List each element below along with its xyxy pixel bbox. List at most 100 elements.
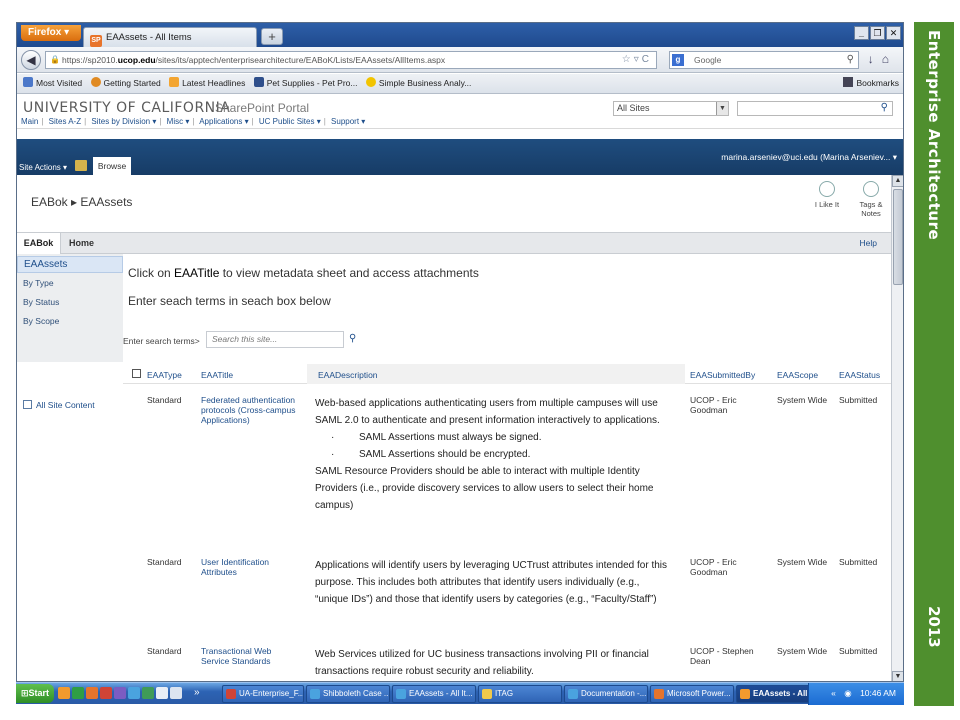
col-eaatitle[interactable]: EAATitle [201, 370, 233, 380]
scroll-thumb[interactable] [893, 189, 903, 285]
cell-title-link[interactable]: Federated authentication protocols (Cross… [201, 395, 295, 425]
nav-misc[interactable]: Misc ▾ [167, 117, 190, 126]
taskbar-chevron[interactable]: » [194, 687, 200, 699]
new-tab-button[interactable]: + [261, 28, 283, 45]
search-icon[interactable]: ⚲ [847, 52, 854, 68]
uc-logo[interactable]: UNIVERSITY OF CALIFORNIA [23, 100, 230, 116]
minimize-icon[interactable]: _ [854, 26, 869, 40]
nav-sites-a-z[interactable]: Sites A-Z [49, 117, 81, 126]
tags-notes-button[interactable]: Tags & Notes [853, 181, 889, 218]
col-eaascope[interactable]: EAAScope [777, 370, 818, 380]
nav-sites-by-division[interactable]: Sites by Division ▾ [91, 117, 156, 126]
firefox-menu-button[interactable]: Firefox ▾ [21, 25, 81, 41]
show-desktop-icon[interactable] [156, 687, 168, 699]
task-shibboleth[interactable]: Shibboleth Case ... [306, 685, 390, 703]
scroll-down-icon[interactable]: ▼ [892, 671, 903, 681]
task-ua-enterprise[interactable]: UA-Enterprise_F... [222, 685, 304, 703]
col-eaasubmittedby[interactable]: EAASubmittedBy [690, 370, 755, 380]
clock[interactable]: 10:46 AM [860, 688, 896, 698]
col-eaastatus[interactable]: EAAStatus [839, 370, 880, 380]
quick-launch-by-status[interactable]: By Status [23, 297, 59, 307]
tab-eaassets[interactable]: SP EAAssets - All Items [83, 27, 257, 47]
ribbon-bar: Site Actions ▾ Browse marina.arseniev@uc… [17, 139, 903, 175]
window-switch-icon[interactable] [170, 687, 182, 699]
firefox-icon[interactable] [58, 687, 70, 699]
bookmark-star-icon[interactable]: ☆▿C [622, 52, 652, 68]
search-scope-select[interactable]: All Sites ▼ [613, 101, 729, 116]
portal-global-nav: Main | Sites A-Z | Sites by Division ▾ | Mi… [21, 117, 366, 126]
system-tray: « ◉ 10:46 AM [808, 683, 904, 705]
portal-name: SharePoint Portal [215, 101, 310, 115]
cell-submitted-by: UCOP - Stephen Dean [690, 646, 754, 666]
bookmark-pet-supplies[interactable]: Pet Supplies - Pet Pro... [253, 74, 357, 93]
restore-icon[interactable]: ❐ [870, 26, 885, 40]
breadcrumb[interactable]: EABok ▸ EAAssets [31, 195, 132, 209]
search-instructions: Enter seach terms in seach box below [128, 294, 331, 308]
nav-support[interactable]: Support ▾ [331, 117, 365, 126]
cell-type: Standard [147, 557, 182, 567]
list-header: EAAType EAATitle EAADescription EAASubmi… [123, 364, 891, 384]
powerpoint-icon[interactable] [86, 687, 98, 699]
start-button[interactable]: ⊞Start [16, 684, 54, 703]
network-icon[interactable]: ◉ [844, 688, 851, 698]
vertical-scrollbar[interactable]: ▲ ▼ [891, 175, 903, 681]
task-documentation[interactable]: Documentation -... [564, 685, 648, 703]
pdf-icon[interactable] [100, 687, 112, 699]
quick-launch-by-scope[interactable]: By Scope [23, 316, 59, 326]
onenote-icon[interactable] [114, 687, 126, 699]
navigation-toolbar: ◀ 🔒 https://sp2010.ucop.edu/sites/its/ap… [17, 47, 903, 73]
windows-taskbar: ⊞Start » UA-Enterprise_F... Shibboleth C… [16, 682, 904, 705]
quick-launch-by-type[interactable]: By Type [23, 278, 54, 288]
col-eaatype[interactable]: EAAType [147, 370, 182, 380]
close-icon[interactable]: ✕ [886, 26, 901, 40]
bookmarks-toolbar: Most Visited Getting Started Latest Head… [17, 74, 903, 94]
col-eaadescription[interactable]: EAADescription [318, 370, 378, 380]
topnav-home[interactable]: Home [69, 233, 94, 254]
nav-uc-public-sites[interactable]: UC Public Sites ▾ [259, 117, 321, 126]
topnav-eabok[interactable]: EABok [17, 233, 61, 254]
portal-search-input[interactable]: ⚲ [737, 101, 893, 116]
tray-chevron[interactable]: « [831, 688, 836, 698]
site-actions-menu[interactable]: Site Actions ▾ [19, 163, 67, 172]
all-site-content-link[interactable]: All Site Content [23, 400, 95, 410]
quick-launch-eaassets[interactable]: EAAssets [17, 256, 123, 273]
navigate-up-icon[interactable] [75, 160, 87, 171]
i-like-it-button[interactable]: I Like It [807, 181, 847, 209]
user-menu[interactable]: marina.arseniev@uci.edu (Marina Arseniev… [721, 152, 897, 163]
nav-main[interactable]: Main [21, 117, 38, 126]
bookmark-latest-headlines[interactable]: Latest Headlines [169, 74, 245, 93]
cell-type: Standard [147, 646, 182, 656]
window-controls: _ ❐ ✕ [854, 26, 901, 40]
nav-applications[interactable]: Applications ▾ [199, 117, 248, 126]
tab-browse[interactable]: Browse [93, 157, 131, 175]
task-eaassets-ie[interactable]: EAAssets - All It... [392, 685, 476, 703]
home-icon[interactable]: ⌂ [882, 52, 897, 66]
cell-title-link[interactable]: User Identification Attributes [201, 557, 269, 577]
bookmarks-menu[interactable]: Bookmarks [843, 74, 899, 93]
task-powerpoint[interactable]: Microsoft Power... [650, 685, 734, 703]
cell-submitted-by: UCOP - Eric Goodman [690, 395, 737, 415]
bookmark-getting-started[interactable]: Getting Started [90, 74, 161, 93]
back-arrow-icon[interactable]: ◀ [21, 50, 41, 70]
scroll-up-icon[interactable]: ▲ [892, 175, 903, 187]
download-arrow-icon[interactable]: ↓ [868, 52, 882, 66]
help-link[interactable]: Help [860, 233, 877, 254]
internet-explorer-icon[interactable] [128, 687, 140, 699]
bookmark-simple-business[interactable]: Simple Business Analy... [365, 74, 471, 93]
cell-description: Applications will identify users by leve… [315, 560, 668, 605]
cell-scope: System Wide [777, 395, 828, 405]
url-bar[interactable]: 🔒 https://sp2010.ucop.edu/sites/its/appt… [45, 51, 657, 69]
title-bar: Firefox ▾ SP EAAssets - All Items + _ ❐ ✕ [17, 23, 903, 47]
task-itag[interactable]: ITAG [478, 685, 562, 703]
thumbs-up-icon [819, 181, 835, 197]
excel-icon[interactable] [72, 687, 84, 699]
cell-title-link[interactable]: Transactional Web Service Standards [201, 646, 271, 666]
bookmark-most-visited[interactable]: Most Visited [23, 74, 82, 93]
site-search-input[interactable]: Search this site... [206, 331, 344, 348]
select-all-checkbox[interactable] [132, 369, 141, 378]
web-search-box[interactable]: g Google ⚲ [669, 51, 859, 69]
intro-text: Click on EAATitle to view metadata sheet… [128, 266, 479, 280]
messenger-icon[interactable] [142, 687, 154, 699]
search-icon[interactable]: ⚲ [349, 332, 361, 346]
search-icon[interactable]: ⚲ [881, 102, 888, 113]
